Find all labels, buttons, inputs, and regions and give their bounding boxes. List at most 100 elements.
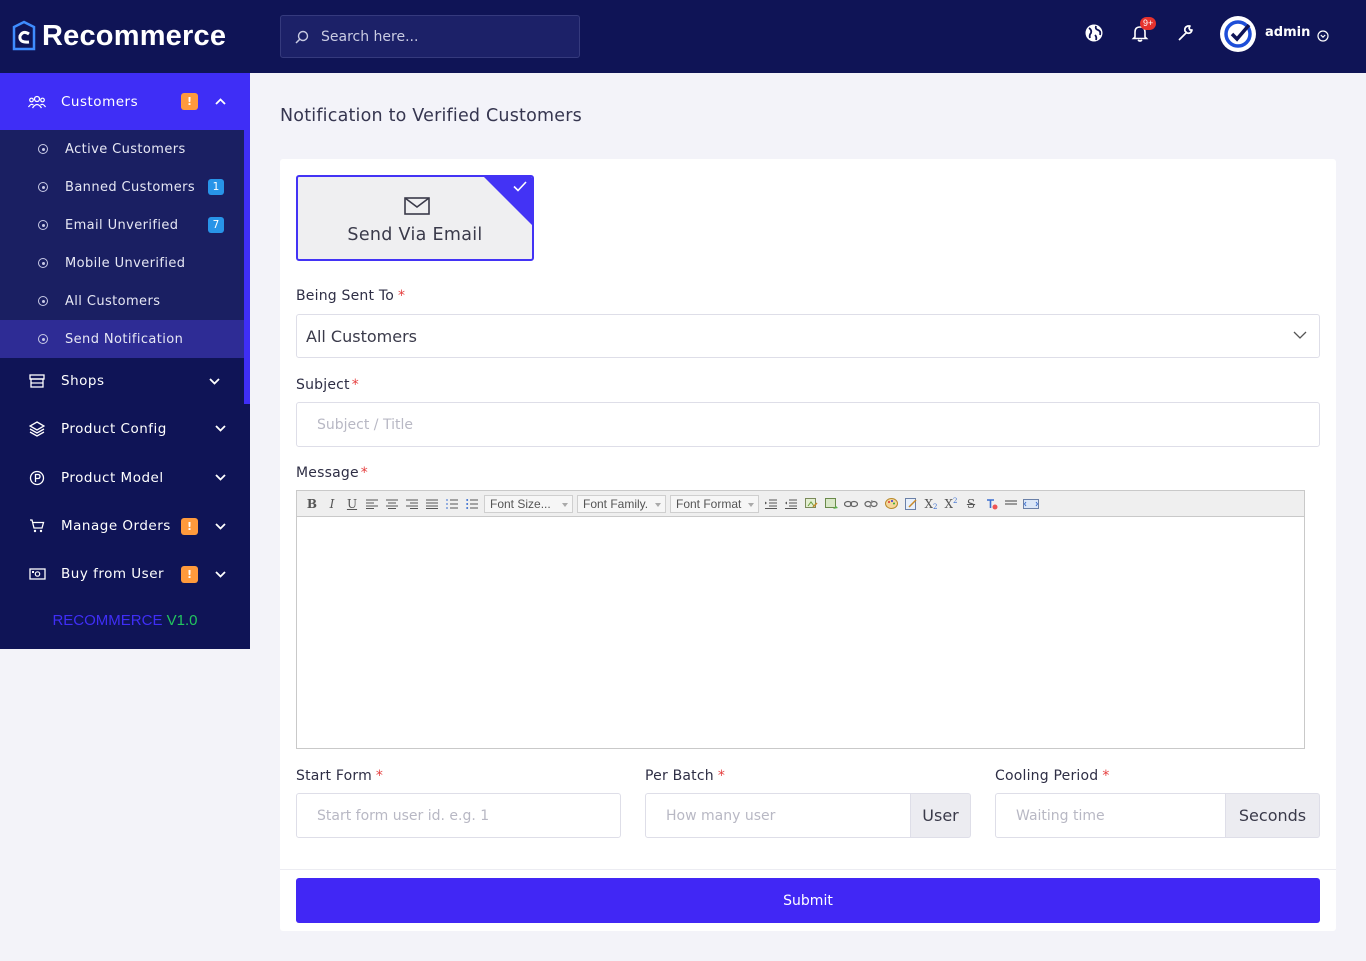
color-palette-icon[interactable] xyxy=(881,495,901,513)
check-logo-icon xyxy=(1224,20,1252,48)
outdent-icon[interactable] xyxy=(781,495,801,513)
sidebar-item-label: All Customers xyxy=(65,293,161,309)
sidebar-item-manage-orders[interactable]: Manage Orders ! xyxy=(0,502,250,550)
version-name: RECOMMERCE xyxy=(52,612,163,629)
submit-button[interactable]: Submit xyxy=(296,878,1320,923)
start-form-input[interactable] xyxy=(296,793,621,838)
align-center-icon[interactable] xyxy=(382,495,402,513)
version-number: V1.0 xyxy=(166,612,198,629)
search-box[interactable] xyxy=(280,15,580,58)
image-icon[interactable] xyxy=(801,495,821,513)
avatar[interactable] xyxy=(1220,16,1256,52)
notification-form-card: Send Via Email Being Sent To * All Custom… xyxy=(280,159,1336,931)
sidebar-item-all-customers[interactable]: All Customers xyxy=(0,282,244,320)
sidebar-item-label: Banned Customers xyxy=(65,179,196,195)
field-label-text: Message xyxy=(296,465,359,481)
bold-button[interactable]: B xyxy=(302,495,322,513)
being-sent-to-select[interactable]: All Customers xyxy=(296,314,1320,358)
warning-badge: ! xyxy=(181,517,198,535)
customers-submenu: Active Customers Banned Customers 1 Emai… xyxy=(0,130,250,358)
sidebar-item-active-customers[interactable]: Active Customers xyxy=(0,130,244,168)
warning-badge: ! xyxy=(181,565,198,583)
sidebar-item-label: Email Unverified xyxy=(65,217,179,233)
app-version: RECOMMERCE V1.0 xyxy=(0,598,250,629)
sidebar-item-banned-customers[interactable]: Banned Customers 1 xyxy=(0,168,244,206)
sidebar-item-product-model[interactable]: Product Model xyxy=(0,453,250,502)
layers-icon xyxy=(28,420,46,438)
align-justify-icon[interactable] xyxy=(422,495,442,513)
start-form-label: Start Form * xyxy=(296,768,383,784)
check-icon xyxy=(513,181,527,192)
message-editor-body[interactable] xyxy=(297,517,1304,748)
strikethrough-icon[interactable]: S xyxy=(961,495,981,513)
remove-format-icon[interactable] xyxy=(981,495,1001,513)
sidebar-item-email-unverified[interactable]: Email Unverified 7 xyxy=(0,206,244,244)
send-via-email-option[interactable]: Send Via Email xyxy=(296,175,534,261)
align-left-icon[interactable] xyxy=(362,495,382,513)
field-label-text: Per Batch xyxy=(645,768,714,784)
superscript-x: X xyxy=(944,496,954,511)
sidebar-item-send-notification[interactable]: Send Notification xyxy=(0,320,244,358)
wrench-icon[interactable] xyxy=(1175,22,1197,44)
sidebar-item-label: Manage Orders xyxy=(61,518,171,534)
sidebar-item-label: Mobile Unverified xyxy=(65,255,186,271)
italic-button[interactable]: I xyxy=(322,495,342,513)
bullet-icon xyxy=(38,258,48,268)
ordered-list-icon[interactable] xyxy=(442,495,462,513)
per-batch-addon: User xyxy=(911,793,971,838)
chevron-up-icon[interactable] xyxy=(214,96,226,108)
align-right-icon[interactable] xyxy=(402,495,422,513)
sidebar-item-customers[interactable]: Customers ! xyxy=(0,73,250,130)
subscript-icon[interactable]: X2 xyxy=(921,495,941,513)
cooling-period-input[interactable] xyxy=(995,793,1226,838)
money-icon xyxy=(28,565,46,583)
unlink-icon[interactable] xyxy=(861,495,881,513)
brand[interactable]: Recommerce xyxy=(0,0,250,73)
chevron-down-icon[interactable] xyxy=(208,375,220,387)
required-mark: * xyxy=(717,768,726,784)
notification-badge: 9+ xyxy=(1140,17,1157,30)
font-format-select[interactable]: Font Format xyxy=(670,494,759,513)
bell-icon[interactable]: 9+ xyxy=(1129,17,1157,44)
bullet-icon xyxy=(38,220,48,230)
sidebar-item-buy-from-user[interactable]: Buy from User ! xyxy=(0,550,250,598)
cooling-period-addon: Seconds xyxy=(1226,793,1320,838)
chevron-down-icon[interactable] xyxy=(214,520,226,532)
globe-icon[interactable] xyxy=(1083,22,1105,44)
subject-input[interactable] xyxy=(296,402,1320,447)
required-mark: * xyxy=(351,377,359,393)
horizontal-rule-icon[interactable] xyxy=(1001,495,1021,513)
source-code-icon[interactable] xyxy=(1021,495,1041,513)
search-input[interactable] xyxy=(321,28,561,45)
underline-button[interactable]: U xyxy=(342,495,362,513)
sidebar-item-mobile-unverified[interactable]: Mobile Unverified xyxy=(0,244,244,282)
unordered-list-icon[interactable] xyxy=(462,495,482,513)
chevron-down-icon[interactable] xyxy=(214,568,226,580)
field-label-text: Being Sent To xyxy=(296,288,394,304)
indent-icon[interactable] xyxy=(761,495,781,513)
upload-image-icon[interactable] xyxy=(821,495,841,513)
chevron-down-icon[interactable] xyxy=(1317,27,1329,46)
subject-label: Subject * xyxy=(296,377,359,393)
required-mark: * xyxy=(375,768,384,784)
link-icon[interactable] xyxy=(841,495,861,513)
font-family-select[interactable]: Font Family. xyxy=(577,494,666,513)
subscript-x: X xyxy=(924,496,934,511)
users-icon xyxy=(28,93,46,111)
sidebar-item-product-config[interactable]: Product Config xyxy=(0,404,250,453)
superscript-icon[interactable]: X2 xyxy=(941,495,961,513)
chevron-down-icon[interactable] xyxy=(214,472,226,484)
brand-name: Recommerce xyxy=(42,20,227,52)
required-mark: * xyxy=(397,288,406,304)
selected-value: All Customers xyxy=(306,326,417,346)
edit-html-icon[interactable] xyxy=(901,495,921,513)
sidebar: Recommerce Customers ! Active Customers … xyxy=(0,0,250,649)
user-name[interactable]: admin xyxy=(1265,25,1310,40)
brand-logo-icon xyxy=(12,20,36,50)
page-title: Notification to Verified Customers xyxy=(280,106,582,126)
store-icon xyxy=(28,372,46,390)
sidebar-item-shops[interactable]: Shops xyxy=(0,358,250,404)
chevron-down-icon[interactable] xyxy=(214,423,226,435)
font-size-select[interactable]: Font Size... xyxy=(484,494,573,513)
per-batch-input[interactable] xyxy=(645,793,911,838)
